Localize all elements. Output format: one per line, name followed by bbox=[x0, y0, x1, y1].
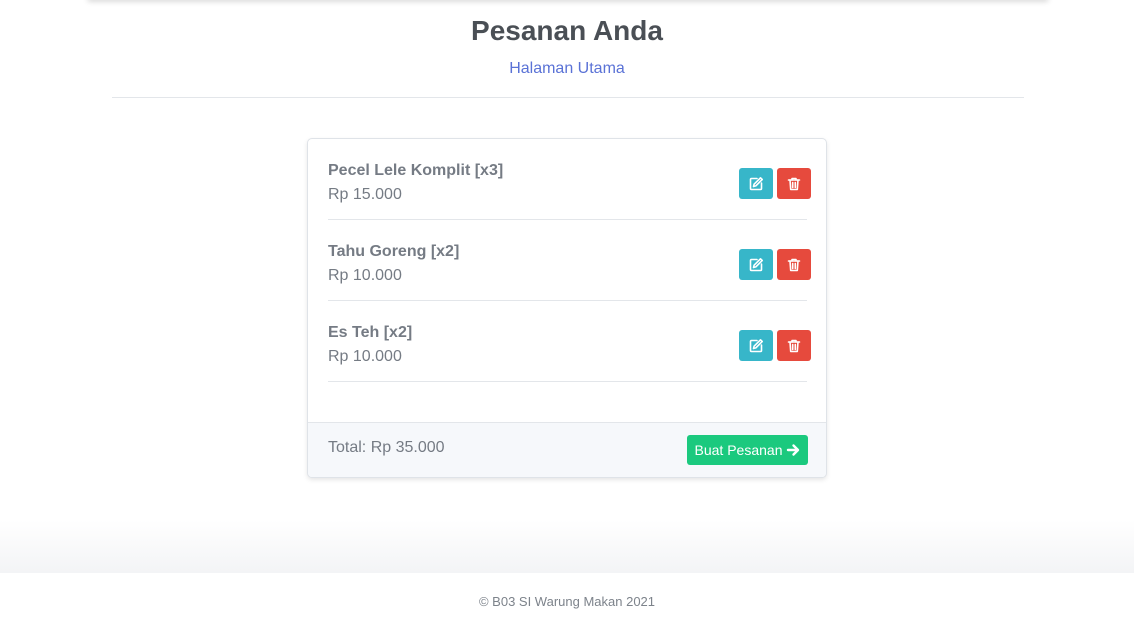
trash-icon bbox=[786, 176, 802, 192]
trash-icon bbox=[786, 338, 802, 354]
card-footer: Total: Rp 35.000 Buat Pesanan bbox=[308, 422, 826, 477]
home-link[interactable]: Halaman Utama bbox=[0, 58, 1134, 80]
edit-icon bbox=[748, 338, 764, 354]
order-item: Tahu Goreng [x2] Rp 10.000 bbox=[328, 220, 811, 301]
item-name: Tahu Goreng [x2] bbox=[328, 243, 460, 260]
item-price: Rp 10.000 bbox=[328, 348, 402, 365]
order-item: Pecel Lele Komplit [x3] Rp 15.000 bbox=[328, 139, 811, 220]
item-name: Es Teh [x2] bbox=[328, 324, 413, 341]
footer-fade bbox=[0, 520, 1134, 573]
order-card: Pecel Lele Komplit [x3] Rp 15.000 Tahu G… bbox=[307, 138, 827, 478]
item-name: Pecel Lele Komplit [x3] bbox=[328, 162, 504, 179]
delete-button[interactable] bbox=[777, 330, 811, 361]
page-footer: © B03 SI Warung Makan 2021 bbox=[0, 573, 1134, 626]
order-button-label: Buat Pesanan bbox=[694, 442, 783, 458]
trash-icon bbox=[786, 257, 802, 273]
copyright-text: © B03 SI Warung Makan 2021 bbox=[478, 594, 656, 609]
item-price: Rp 15.000 bbox=[328, 186, 402, 203]
place-order-button[interactable]: Buat Pesanan bbox=[687, 435, 808, 465]
edit-icon bbox=[748, 176, 764, 192]
item-price: Rp 10.000 bbox=[328, 267, 402, 284]
edit-button[interactable] bbox=[739, 249, 773, 280]
page-title: Pesanan Anda bbox=[471, 15, 663, 46]
delete-button[interactable] bbox=[777, 168, 811, 199]
delete-button[interactable] bbox=[777, 249, 811, 280]
edit-button[interactable] bbox=[739, 330, 773, 361]
order-item: Es Teh [x2] Rp 10.000 bbox=[328, 301, 811, 382]
arrow-right-icon bbox=[786, 443, 800, 457]
edit-button[interactable] bbox=[739, 168, 773, 199]
edit-icon bbox=[748, 257, 764, 273]
total-price: Total: Rp 35.000 bbox=[328, 439, 445, 456]
header-divider bbox=[112, 97, 1024, 98]
